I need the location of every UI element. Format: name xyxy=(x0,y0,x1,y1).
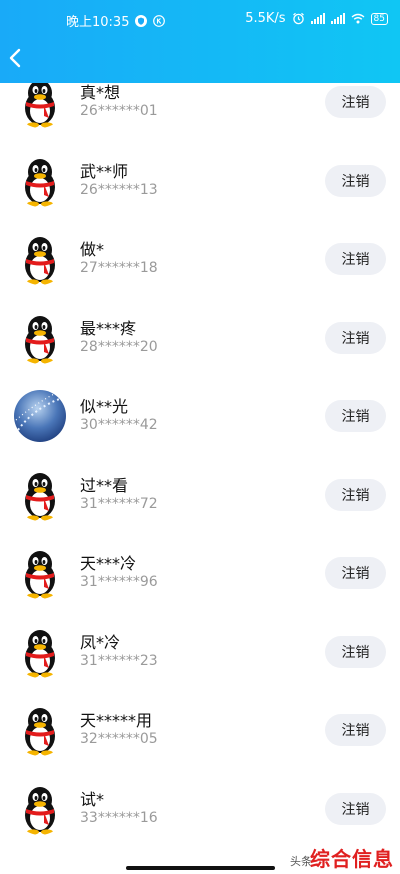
deregister-button[interactable]: 注销 xyxy=(325,478,386,511)
list-item: 最***疼 28******20 注销 xyxy=(0,300,400,378)
signal-icon xyxy=(330,13,345,24)
battery-icon: 85 xyxy=(370,12,388,25)
account-number: 33******16 xyxy=(80,809,158,826)
shield-notification-icon xyxy=(135,14,148,27)
list-item: 凤*冷 31******23 注销 xyxy=(0,614,400,692)
account-name: 武**师 xyxy=(80,161,129,181)
avatar xyxy=(14,783,66,835)
list-item: 真*想 26******01 注销 xyxy=(0,83,400,142)
status-bar: 晚上10:35 5.5K/s 85 xyxy=(0,0,400,38)
back-arrow-icon[interactable] xyxy=(6,46,26,70)
account-number: 26******01 xyxy=(80,103,158,119)
signal-icon xyxy=(310,13,325,24)
list-item: 天***冷 31******96 注销 xyxy=(0,535,400,613)
account-number: 31******72 xyxy=(80,495,158,512)
avatar xyxy=(14,704,66,756)
avatar xyxy=(14,233,66,285)
watermark-source: 头条 xyxy=(290,855,312,868)
alarm-icon xyxy=(292,12,304,25)
avatar xyxy=(14,312,66,364)
avatar xyxy=(14,547,66,599)
list-item: 做* 27******18 注销 xyxy=(0,221,400,299)
list-item: 天*****用 32******05 注销 xyxy=(0,692,400,770)
deregister-button[interactable]: 注销 xyxy=(325,321,386,354)
account-name: 天*****用 xyxy=(80,711,153,730)
account-list: 真*想 26******01 注销 武**师 26******13 注销 做* 27*****… xyxy=(0,83,400,874)
avatar xyxy=(14,83,66,128)
deregister-button[interactable]: 注销 xyxy=(325,635,386,668)
deregister-button[interactable]: 注销 xyxy=(325,164,386,197)
k-notification-icon xyxy=(153,14,166,27)
account-number: 27******18 xyxy=(80,260,158,276)
account-number: 28******20 xyxy=(80,338,158,355)
home-indicator[interactable] xyxy=(126,866,275,870)
deregister-button[interactable]: 注销 xyxy=(325,557,386,589)
account-number: 31******96 xyxy=(80,574,158,590)
deregister-button[interactable]: 注销 xyxy=(325,400,386,432)
account-number: 32******05 xyxy=(80,731,158,747)
account-number: 31******23 xyxy=(80,652,158,669)
account-number: 30******42 xyxy=(80,417,158,433)
list-item: 试* 33******16 注销 xyxy=(0,771,400,849)
deregister-button[interactable]: 注销 xyxy=(325,714,386,746)
deregister-button[interactable]: 注销 xyxy=(325,243,386,275)
avatar xyxy=(14,626,66,678)
account-name: 最***疼 xyxy=(80,318,137,338)
watermark-brand: 综合信息 xyxy=(310,847,394,871)
account-name: 天***冷 xyxy=(80,554,137,573)
deregister-button[interactable]: 注销 xyxy=(325,792,386,825)
list-item: 似**光 30******42 注销 xyxy=(0,378,400,456)
avatar xyxy=(14,155,66,207)
list-item: 过**看 31******72 注销 xyxy=(0,457,400,535)
account-number: 26******13 xyxy=(80,181,158,198)
deregister-button[interactable]: 注销 xyxy=(325,86,386,118)
account-name: 过**看 xyxy=(80,475,129,495)
account-name: 试* xyxy=(80,789,105,809)
app-header: 晚上10:35 5.5K/s 85 xyxy=(0,0,400,83)
status-time: 晚上10:35 xyxy=(66,15,130,30)
account-name: 做* xyxy=(80,240,105,259)
network-speed: 5.5K/s xyxy=(245,11,286,26)
list-item: 武**师 26******13 注销 xyxy=(0,143,400,221)
account-name: 真*想 xyxy=(80,83,121,102)
avatar xyxy=(14,469,66,521)
wifi-icon xyxy=(351,13,364,24)
account-name: 凤*冷 xyxy=(80,632,121,652)
account-name: 似**光 xyxy=(80,397,129,416)
avatar xyxy=(14,390,66,442)
